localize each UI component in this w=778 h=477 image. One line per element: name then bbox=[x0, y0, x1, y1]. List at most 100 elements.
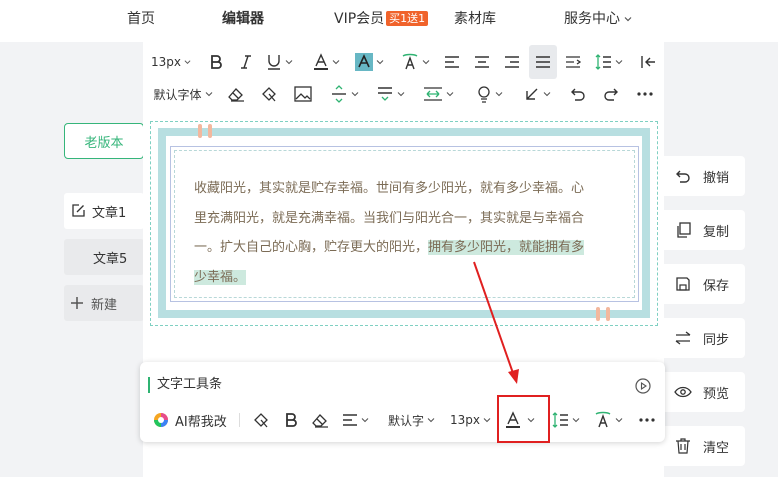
text-effect-icon bbox=[595, 411, 611, 428]
image-button[interactable] bbox=[291, 77, 315, 111]
sync-label: 同步 bbox=[703, 332, 730, 348]
align-justify-icon bbox=[536, 56, 550, 68]
align-center-button[interactable] bbox=[470, 45, 494, 79]
text-effect-button[interactable] bbox=[594, 407, 623, 433]
more-button[interactable] bbox=[633, 77, 657, 111]
letter-spacing-icon bbox=[423, 87, 442, 101]
underline-icon bbox=[267, 55, 280, 70]
align-right-button[interactable] bbox=[500, 45, 524, 79]
top-nav: 首页 编辑器 VIP会员 买1送1 素材库 服务中心 bbox=[0, 0, 778, 42]
lightbulb-icon bbox=[477, 86, 490, 103]
new-article-label: 新建 bbox=[91, 297, 118, 313]
article-line: 里充满阳光，就是充满幸福。当我们与阳光合一，其实就是与幸福合 bbox=[194, 210, 585, 226]
spacing-after-icon bbox=[377, 87, 392, 101]
paragraph-spacing-button[interactable] bbox=[326, 77, 362, 111]
font-family-select[interactable]: 默认字体 bbox=[151, 77, 215, 111]
format-painter-icon bbox=[254, 413, 268, 428]
clear-button[interactable]: 清空 bbox=[663, 426, 745, 466]
nav-vip-label: VIP会员 bbox=[334, 11, 385, 27]
text-toolbar-popup: 文字工具条 AI帮我改 默认字 13px bbox=[140, 362, 665, 442]
font-size-select[interactable]: 13px bbox=[450, 407, 491, 433]
preview-button[interactable]: 预览 bbox=[663, 372, 745, 412]
nav-home[interactable]: 首页 bbox=[127, 10, 155, 28]
format-painter-button[interactable] bbox=[257, 77, 281, 111]
letter-spacing-button[interactable] bbox=[418, 77, 458, 111]
chevron-down-icon bbox=[624, 17, 632, 22]
eraser-button[interactable] bbox=[311, 407, 329, 433]
spacing-after-button[interactable] bbox=[372, 77, 408, 111]
text-toolbar-title: 文字工具条 bbox=[148, 377, 222, 393]
paragraph-spacing-icon bbox=[331, 85, 346, 103]
font-color-icon bbox=[313, 53, 328, 70]
play-circle-icon[interactable] bbox=[635, 378, 651, 394]
nav-service[interactable]: 服务中心 bbox=[564, 10, 632, 28]
clear-label: 清空 bbox=[703, 440, 730, 456]
article-text[interactable]: 收藏阳光，其实就是贮存幸福。世间有多少阳光，就有多少幸福。心 里充满阳光，就是充… bbox=[194, 174, 619, 292]
font-size-value: 13px bbox=[450, 413, 480, 427]
nav-editor[interactable]: 编辑器 bbox=[222, 10, 264, 28]
line-height-button[interactable] bbox=[551, 407, 580, 433]
indent-button[interactable] bbox=[561, 45, 585, 79]
direction-button[interactable] bbox=[519, 77, 555, 111]
align-left-icon bbox=[445, 56, 459, 68]
background-color-button[interactable] bbox=[352, 45, 386, 79]
font-family-value: 默认字 bbox=[388, 413, 425, 428]
nav-materials[interactable]: 素材库 bbox=[454, 10, 496, 28]
bold-icon bbox=[286, 413, 297, 427]
align-left-button[interactable] bbox=[440, 45, 464, 79]
chevron-down-icon bbox=[572, 418, 580, 423]
line-height-icon bbox=[552, 412, 568, 428]
toolbar-row-1: 13px bbox=[143, 45, 664, 79]
more-icon bbox=[637, 92, 653, 96]
sidebar-item-article1[interactable]: 文章1 bbox=[64, 193, 144, 229]
bold-icon bbox=[211, 55, 222, 69]
bold-button[interactable] bbox=[204, 45, 228, 79]
save-button[interactable]: 保存 bbox=[663, 264, 745, 304]
font-size-select[interactable]: 13px bbox=[151, 45, 191, 79]
exit-button[interactable] bbox=[636, 45, 660, 79]
chevron-down-icon bbox=[184, 60, 191, 64]
copy-button[interactable]: 复制 bbox=[663, 210, 745, 250]
redo-toolbar-button[interactable] bbox=[599, 77, 623, 111]
align-justify-button[interactable] bbox=[529, 45, 557, 79]
italic-button[interactable] bbox=[234, 45, 258, 79]
bold-button[interactable] bbox=[284, 407, 298, 433]
chevron-down-icon bbox=[543, 92, 550, 97]
new-article-button[interactable]: 新建 bbox=[64, 285, 144, 321]
align-select[interactable] bbox=[342, 407, 369, 433]
frame-tab-decoration bbox=[198, 124, 202, 138]
font-family-select[interactable]: 默认字 bbox=[388, 407, 435, 433]
old-version-button[interactable]: 老版本 bbox=[64, 123, 144, 159]
chevron-down-icon bbox=[483, 418, 491, 423]
line-height-button[interactable] bbox=[590, 45, 626, 79]
format-painter-icon bbox=[262, 87, 276, 102]
ai-logo-icon bbox=[154, 413, 168, 427]
ai-rewrite-button[interactable]: AI帮我改 bbox=[153, 407, 227, 433]
nav-vip[interactable]: VIP会员 买1送1 bbox=[334, 10, 429, 28]
undo-button[interactable]: 撤销 bbox=[663, 156, 745, 196]
article1-label: 文章1 bbox=[92, 205, 127, 221]
frame-tab-decoration bbox=[606, 307, 610, 321]
text-effect-button[interactable] bbox=[397, 45, 433, 79]
italic-icon bbox=[241, 55, 251, 69]
chevron-down-icon bbox=[376, 60, 383, 65]
bulb-button[interactable] bbox=[471, 77, 507, 111]
font-color-button[interactable] bbox=[309, 45, 343, 79]
format-painter-button[interactable] bbox=[252, 407, 270, 433]
preview-label: 预览 bbox=[703, 386, 730, 402]
article-line: 一。扩大自己的心胸，贮存更大的阳光，拥有多少阳光，就能拥有多 bbox=[194, 233, 619, 263]
more-button[interactable] bbox=[639, 407, 655, 433]
edit-icon bbox=[72, 204, 85, 217]
article-line: 收藏阳光，其实就是贮存幸福。世间有多少阳光，就有多少幸福。心 bbox=[194, 181, 585, 196]
underline-button[interactable] bbox=[262, 45, 296, 79]
article-line: 少幸福。 bbox=[194, 263, 619, 293]
chevron-down-icon bbox=[361, 418, 369, 423]
eraser-button[interactable] bbox=[224, 77, 248, 111]
eye-icon bbox=[674, 386, 692, 398]
sync-button[interactable]: 同步 bbox=[663, 318, 745, 358]
toolbar-row-2: 默认字体 bbox=[143, 77, 664, 111]
frame-tab-decoration bbox=[596, 307, 600, 321]
sidebar-item-article5[interactable]: 文章5 bbox=[64, 239, 144, 275]
undo-toolbar-button[interactable] bbox=[566, 77, 590, 111]
chevron-down-icon bbox=[285, 60, 292, 65]
